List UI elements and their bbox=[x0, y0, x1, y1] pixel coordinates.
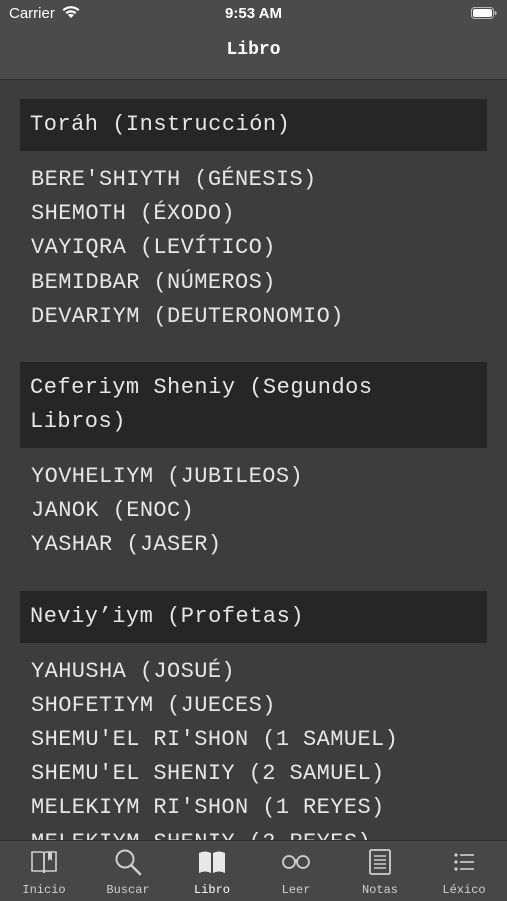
book-item[interactable]: SHEMU'EL SHENIY (2 SAMUEL) bbox=[31, 757, 507, 791]
list-icon bbox=[454, 853, 474, 871]
battery-icon bbox=[471, 7, 497, 19]
section-ceferiym: Ceferiym Sheniy (Segundos Libros) YOVHEL… bbox=[0, 362, 507, 563]
tab-lexico[interactable]: Léxico bbox=[422, 841, 506, 901]
book-item[interactable]: SHEMU'EL RI'SHON (1 SAMUEL) bbox=[31, 723, 507, 757]
book-item[interactable]: YOVHELIYM (JUBILEOS) bbox=[31, 460, 507, 494]
section-neviyiym: Neviy’iym (Profetas) YAHUSHA (JOSUÉ) SHO… bbox=[0, 590, 507, 840]
section-torah: Toráh (Instrucción) BERE'SHIYTH (GÉNESIS… bbox=[0, 99, 507, 334]
book-item[interactable]: JANOK (ENOC) bbox=[31, 494, 507, 528]
status-bar: Carrier 9:53 AM bbox=[0, 0, 507, 28]
tab-bar: Inicio Buscar Libro Leer Notas Léxico bbox=[0, 840, 507, 901]
book-item[interactable]: YAHUSHA (JOSUÉ) bbox=[31, 655, 507, 689]
status-time: 9:53 AM bbox=[225, 5, 282, 22]
tab-buscar[interactable]: Buscar bbox=[86, 841, 170, 901]
book-list: BERE'SHIYTH (GÉNESIS) SHEMOTH (ÉXODO) VA… bbox=[0, 163, 507, 334]
book-item[interactable]: MELEKIYM SHENIY (2 REYES) bbox=[31, 826, 507, 840]
tab-label: Buscar bbox=[106, 883, 150, 897]
book-item[interactable]: MELEKIYM RI'SHON (1 REYES) bbox=[31, 791, 507, 825]
book-item[interactable]: DEVARIYM (DEUTERONOMIO) bbox=[31, 300, 507, 334]
book-item[interactable]: YASHAR (JASER) bbox=[31, 528, 507, 562]
notes-icon bbox=[369, 849, 391, 875]
book-icon bbox=[199, 851, 225, 873]
section-header: Neviy’iym (Profetas) bbox=[20, 590, 487, 643]
book-item[interactable]: SHEMOTH (ÉXODO) bbox=[31, 197, 507, 231]
book-item[interactable]: SHOFETIYM (JUECES) bbox=[31, 689, 507, 723]
book-item[interactable]: BERE'SHIYTH (GÉNESIS) bbox=[31, 163, 507, 197]
tab-leer[interactable]: Leer bbox=[254, 841, 338, 901]
tab-label: Léxico bbox=[442, 883, 486, 897]
book-item[interactable]: BEMIDBAR (NÚMEROS) bbox=[31, 266, 507, 300]
navigation-bar: Libro bbox=[0, 28, 507, 80]
book-item[interactable]: VAYIQRA (LEVÍTICO) bbox=[31, 231, 507, 265]
book-open-icon bbox=[31, 851, 57, 874]
book-list: YOVHELIYM (JUBILEOS) JANOK (ENOC) YASHAR… bbox=[0, 460, 507, 563]
section-header: Toráh (Instrucción) bbox=[20, 99, 487, 151]
search-icon bbox=[115, 849, 142, 876]
tab-label: Inicio bbox=[22, 883, 66, 897]
book-list-content[interactable]: Toráh (Instrucción) BERE'SHIYTH (GÉNESIS… bbox=[0, 80, 507, 840]
tab-label: Leer bbox=[281, 883, 311, 897]
tab-label: Notas bbox=[361, 883, 398, 897]
tab-inicio[interactable]: Inicio bbox=[2, 841, 86, 901]
tab-notas[interactable]: Notas bbox=[338, 841, 422, 901]
book-list: YAHUSHA (JOSUÉ) SHOFETIYM (JUECES) SHEMU… bbox=[0, 655, 507, 840]
section-header: Ceferiym Sheniy (Segundos Libros) bbox=[20, 362, 487, 449]
page-title: Libro bbox=[226, 40, 281, 60]
glasses-icon bbox=[282, 855, 310, 869]
tab-libro[interactable]: Libro bbox=[170, 841, 254, 901]
tab-label: Libro bbox=[193, 883, 230, 897]
